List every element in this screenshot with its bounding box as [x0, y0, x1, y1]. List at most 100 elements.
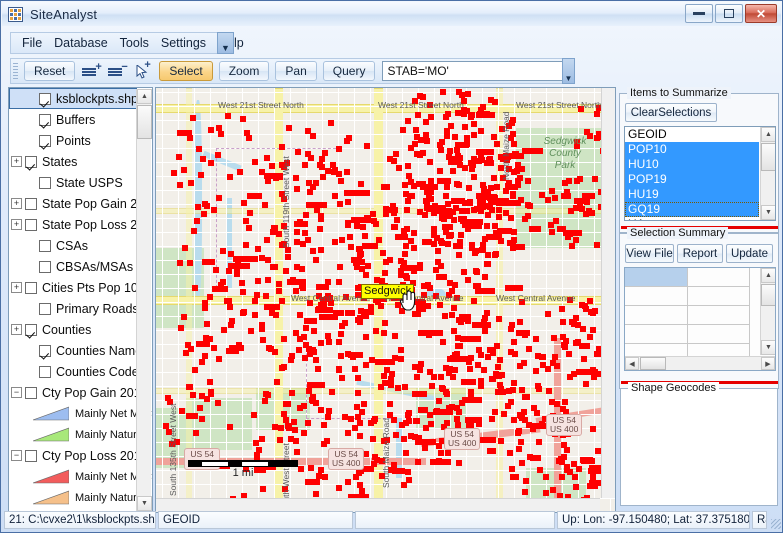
grid-horizontal-scrollbar[interactable]: ◀ ▶ — [625, 356, 775, 370]
map-point[interactable] — [494, 141, 500, 147]
layer-checkbox[interactable] — [25, 155, 37, 168]
field-list-item[interactable]: POP19 — [625, 172, 759, 187]
map-point[interactable] — [577, 176, 583, 182]
layer-tree[interactable]: ksblockpts.shp Buffers Points + States State … — [8, 87, 153, 513]
map-point[interactable] — [393, 151, 399, 157]
map-point[interactable] — [373, 221, 379, 227]
map-point[interactable] — [370, 436, 376, 442]
map-point[interactable] — [336, 366, 342, 372]
map-point[interactable] — [311, 328, 317, 334]
map-point[interactable] — [489, 376, 495, 382]
map-point[interactable] — [451, 305, 457, 311]
layer-legend-item[interactable]: Mainly Net Migrat — [9, 466, 152, 487]
map-point[interactable] — [493, 251, 499, 257]
map-point[interactable] — [196, 146, 202, 152]
layer-tree-item[interactable]: + Cities Pts Pop 100l — [9, 277, 148, 298]
map-point[interactable] — [484, 310, 490, 316]
map-point[interactable] — [467, 366, 473, 372]
map-point[interactable] — [564, 447, 570, 453]
map-point[interactable] — [215, 152, 221, 158]
map-point[interactable] — [328, 120, 334, 126]
map-point[interactable] — [443, 114, 449, 120]
map-point[interactable] — [471, 298, 477, 304]
map-point[interactable] — [516, 428, 522, 434]
map-point[interactable] — [594, 111, 600, 117]
layer-checkbox[interactable] — [39, 92, 51, 105]
map-point[interactable] — [408, 179, 414, 185]
map-point[interactable] — [362, 233, 368, 239]
map-point[interactable] — [573, 315, 579, 321]
map-point[interactable] — [228, 263, 250, 269]
map-point[interactable] — [414, 374, 420, 380]
layer-tree-item[interactable]: State USPS — [9, 172, 137, 193]
map-point[interactable] — [221, 327, 227, 333]
field-list-item[interactable]: POP10 — [625, 142, 759, 157]
map-canvas[interactable]: West 21st Street North West 21st Street … — [156, 88, 615, 512]
field-list-item[interactable]: GQ19 — [625, 202, 759, 217]
map-point[interactable] — [177, 182, 183, 188]
expand-icon[interactable]: + — [11, 198, 22, 209]
map-point[interactable] — [530, 455, 536, 461]
map-point[interactable] — [393, 432, 399, 438]
map-point[interactable] — [371, 418, 377, 424]
map-point[interactable] — [494, 184, 500, 190]
resize-grip[interactable] — [769, 511, 781, 529]
select-button[interactable]: Select — [159, 61, 213, 81]
map-point[interactable] — [468, 389, 474, 395]
map-point[interactable] — [448, 123, 454, 129]
map-point[interactable] — [316, 284, 329, 290]
map-point[interactable] — [187, 260, 193, 266]
map-point[interactable] — [270, 264, 278, 270]
map-point[interactable] — [355, 390, 361, 396]
map-point[interactable] — [415, 459, 421, 465]
map-point[interactable] — [413, 127, 419, 133]
layer-tree-item[interactable]: + State Pop Loss 20 — [9, 214, 144, 235]
map-point[interactable] — [398, 356, 404, 362]
map-point[interactable] — [465, 336, 475, 342]
map-point[interactable] — [452, 134, 458, 140]
layer-checkbox[interactable] — [39, 113, 51, 126]
map-point[interactable] — [462, 397, 479, 403]
map-point[interactable] — [568, 208, 574, 214]
map-point[interactable] — [426, 239, 432, 245]
map-point[interactable] — [202, 300, 208, 306]
map-point[interactable] — [511, 417, 517, 423]
map-point[interactable] — [533, 368, 539, 374]
map-point[interactable] — [411, 245, 417, 251]
map-point[interactable] — [465, 277, 471, 283]
map-point[interactable] — [539, 354, 545, 360]
map-point[interactable] — [344, 169, 350, 175]
map-point[interactable] — [505, 285, 511, 291]
map-point[interactable] — [450, 168, 456, 174]
map-point[interactable] — [590, 426, 596, 432]
map-point[interactable] — [319, 164, 325, 170]
map-point[interactable] — [582, 303, 588, 309]
map-point[interactable] — [448, 356, 469, 362]
map-point[interactable] — [361, 401, 367, 407]
map-point[interactable] — [579, 206, 585, 212]
map-point[interactable] — [457, 162, 463, 168]
map-point[interactable] — [405, 163, 411, 169]
map-point[interactable] — [204, 321, 210, 327]
map-point[interactable] — [181, 167, 187, 173]
map-point[interactable] — [543, 474, 549, 480]
map-point[interactable] — [441, 215, 447, 221]
map-point[interactable] — [492, 409, 498, 415]
map-point[interactable] — [290, 277, 296, 283]
map-point[interactable] — [491, 175, 497, 181]
map-point[interactable] — [220, 248, 226, 254]
map-point[interactable] — [289, 353, 295, 359]
map-point[interactable] — [519, 387, 525, 393]
map-point[interactable] — [264, 155, 270, 161]
map-point[interactable] — [204, 203, 210, 209]
map-point[interactable] — [274, 379, 280, 385]
map-point[interactable] — [211, 207, 217, 213]
map-point[interactable] — [279, 144, 285, 150]
query-input[interactable]: STAB='MO' — [382, 61, 571, 81]
map-point[interactable] — [460, 218, 466, 224]
layer-tree-item[interactable]: Buffers — [9, 109, 137, 130]
map-point[interactable] — [339, 237, 345, 243]
map-point[interactable] — [465, 91, 471, 97]
map-point[interactable] — [265, 257, 271, 263]
menu-item-database[interactable]: Database — [48, 34, 114, 52]
